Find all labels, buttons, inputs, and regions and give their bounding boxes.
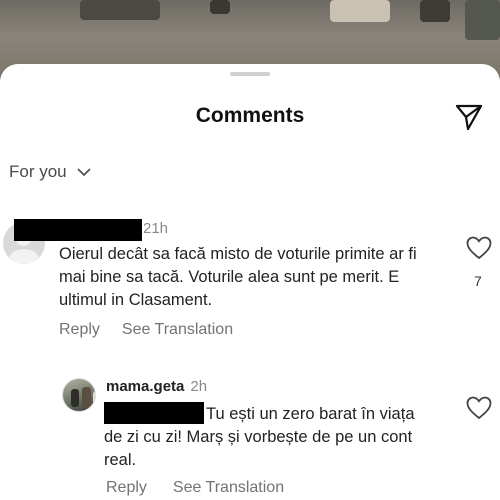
photo-detail	[330, 0, 390, 22]
reply-meta: mama.geta 2h	[106, 378, 207, 395]
sheet-title: Comments	[195, 104, 305, 127]
reply-username[interactable]: mama.geta	[106, 378, 184, 395]
send-icon[interactable]	[454, 102, 484, 132]
photo-detail	[420, 0, 450, 22]
photo-detail	[210, 0, 230, 14]
chevron-down-icon	[77, 168, 91, 177]
sort-label: For you	[9, 162, 67, 181]
see-translation-button[interactable]: See Translation	[122, 321, 233, 339]
reply-button[interactable]: Reply	[59, 321, 100, 339]
reply-text: Tu ești un zero barat în viața de zi cu …	[104, 405, 415, 469]
comment-time: 21h	[143, 220, 169, 237]
photo-detail	[465, 0, 500, 40]
redacted-username	[14, 219, 142, 241]
sort-dropdown[interactable]: For you	[9, 162, 91, 182]
avatar[interactable]	[62, 378, 96, 412]
comment-text: Oierul decât sa facă misto de voturile p…	[59, 245, 417, 309]
heart-icon[interactable]	[466, 236, 492, 260]
see-translation-button[interactable]: See Translation	[173, 479, 284, 497]
reply-time: 2h	[190, 378, 208, 395]
reply-button[interactable]: Reply	[106, 479, 147, 497]
reply-actions: Reply See Translation	[106, 479, 284, 497]
like-count: 7	[474, 273, 482, 289]
photo-detail	[80, 0, 160, 20]
heart-icon[interactable]	[466, 396, 492, 420]
comment-actions: Reply See Translation	[59, 321, 233, 339]
sheet-grabber[interactable]	[230, 72, 270, 76]
